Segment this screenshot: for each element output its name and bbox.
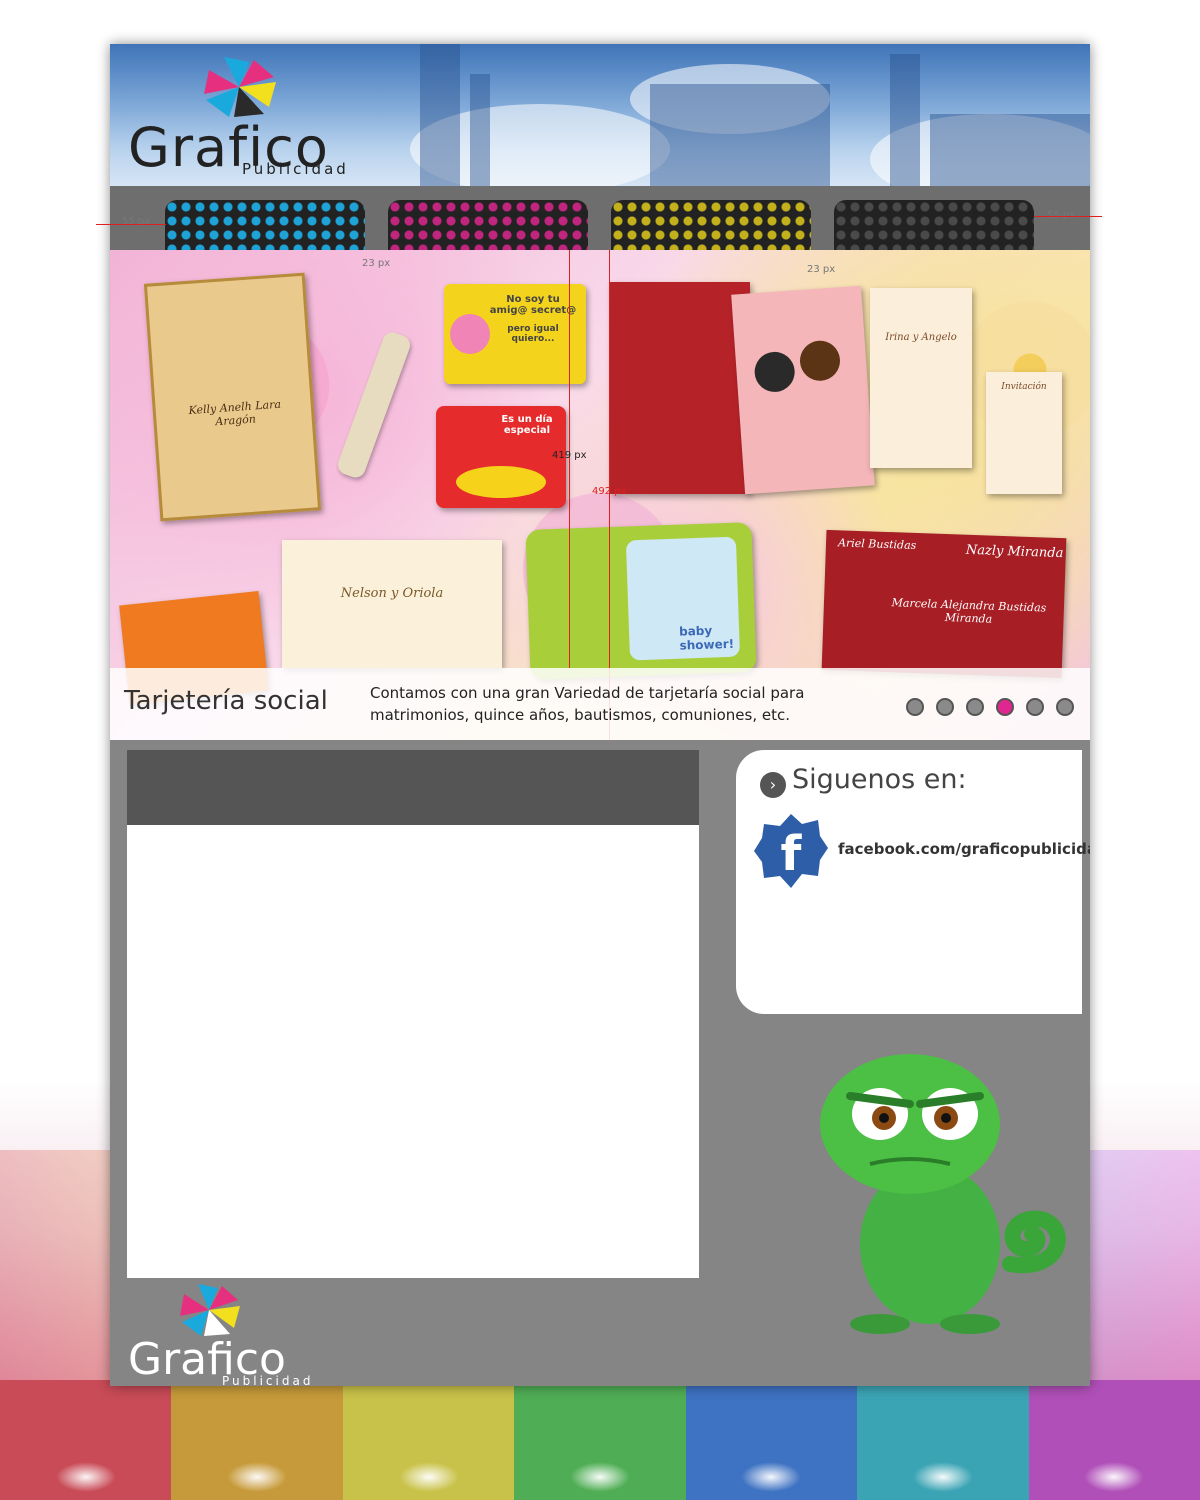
card-text: Kelly Anelh Lara Aragón <box>188 397 282 429</box>
nav-button-1[interactable] <box>165 200 365 250</box>
nav-button-2[interactable] <box>388 200 588 250</box>
header-logo[interactable]: Grafico Publicidad <box>124 52 384 182</box>
card-text: Irina y Angelo <box>885 332 957 343</box>
page-container: Grafico Publicidad 55 px 55 px Kelly Ane… <box>110 44 1090 1386</box>
card-text: Marcela Alejandra Bustidas Miranda <box>891 596 1047 626</box>
chevron-right-icon: › <box>760 772 786 798</box>
slider-card-wedding-text: Irina y Angelo <box>870 288 972 468</box>
background-light-floor <box>0 1380 1200 1500</box>
measure-height-inner: 419 px <box>552 450 587 461</box>
card-text: Invitación <box>1001 382 1047 392</box>
slider-card-quince: Ariel Bustidas Nazly Miranda Marcela Ale… <box>821 529 1067 679</box>
slider-card-wedding <box>731 285 875 495</box>
logo-subtext: Publicidad <box>242 160 349 178</box>
content-header <box>127 750 699 825</box>
measure-left: 55 px <box>122 216 151 227</box>
slider-dot-4[interactable] <box>996 698 1014 716</box>
slider-card-envelope <box>610 282 750 494</box>
logo-pinwheel-icon <box>204 57 276 117</box>
slider-card-parchment: Kelly Anelh Lara Aragón <box>143 272 322 522</box>
footer-pinwheel-icon <box>180 1284 240 1336</box>
follow-panel: › Siguenos en: f facebook.com/graficopub… <box>736 750 1090 1014</box>
slider-dot-2[interactable] <box>936 698 954 716</box>
slider-card-dia-especial: Es un día especial <box>436 406 566 508</box>
footer-logo[interactable]: Grafico Publicidad <box>124 1280 364 1386</box>
main-nav: 55 px 55 px <box>110 186 1090 250</box>
facebook-link[interactable]: facebook.com/graficopublicidad <box>838 840 1090 858</box>
slider-dot-1[interactable] <box>906 698 924 716</box>
card-text: Ariel Bustidas <box>837 536 917 552</box>
follow-title: Siguenos en: <box>792 764 967 795</box>
slider-description: Contamos con una gran Variedad de tarjet… <box>370 684 805 724</box>
content-body <box>127 825 699 1278</box>
svg-text:f: f <box>781 826 803 882</box>
hero-slider: Kelly Anelh Lara Aragón No soy tu amig@ … <box>110 250 1090 740</box>
card-text: Nelson y Oriola <box>340 586 444 601</box>
slider-dot-5[interactable] <box>1026 698 1044 716</box>
slider-card-invitacion: Invitación <box>986 372 1062 494</box>
slider-card-nelson-oriola: Nelson y Oriola <box>282 540 502 668</box>
measure-height-outer: 492 px <box>592 486 627 497</box>
nav-button-4[interactable] <box>834 200 1034 250</box>
flower-icon <box>450 314 490 354</box>
slider-card-baby-shower: baby shower! <box>525 522 757 680</box>
measure-gap-right: 23 px <box>807 264 836 275</box>
card-text: No soy tu amig@ secret@ <box>489 294 577 316</box>
footer-logo-subtext: Publicidad <box>222 1374 314 1386</box>
slider-dot-6[interactable] <box>1056 698 1074 716</box>
card-text: Nazly Miranda <box>965 542 1064 562</box>
nav-button-3[interactable] <box>611 200 811 250</box>
slider-caption: Tarjetería social Contamos con una gran … <box>110 668 1090 740</box>
slider-dot-3[interactable] <box>966 698 984 716</box>
card-text: Es un día especial <box>501 414 553 436</box>
facebook-icon[interactable]: f <box>752 812 830 890</box>
slider-title: Tarjetería social <box>124 686 328 716</box>
card-text: baby shower! <box>678 623 735 653</box>
chameleon-mascot <box>820 1054 1066 1334</box>
slider-card-amigo-secreto: No soy tu amig@ secret@ pero igual quier… <box>444 284 586 384</box>
card-text: pero igual quiero... <box>507 324 559 344</box>
scroll-decoration <box>335 329 413 481</box>
measure-gap-left: 23 px <box>362 258 391 269</box>
header-banner: Grafico Publicidad <box>110 44 1090 186</box>
